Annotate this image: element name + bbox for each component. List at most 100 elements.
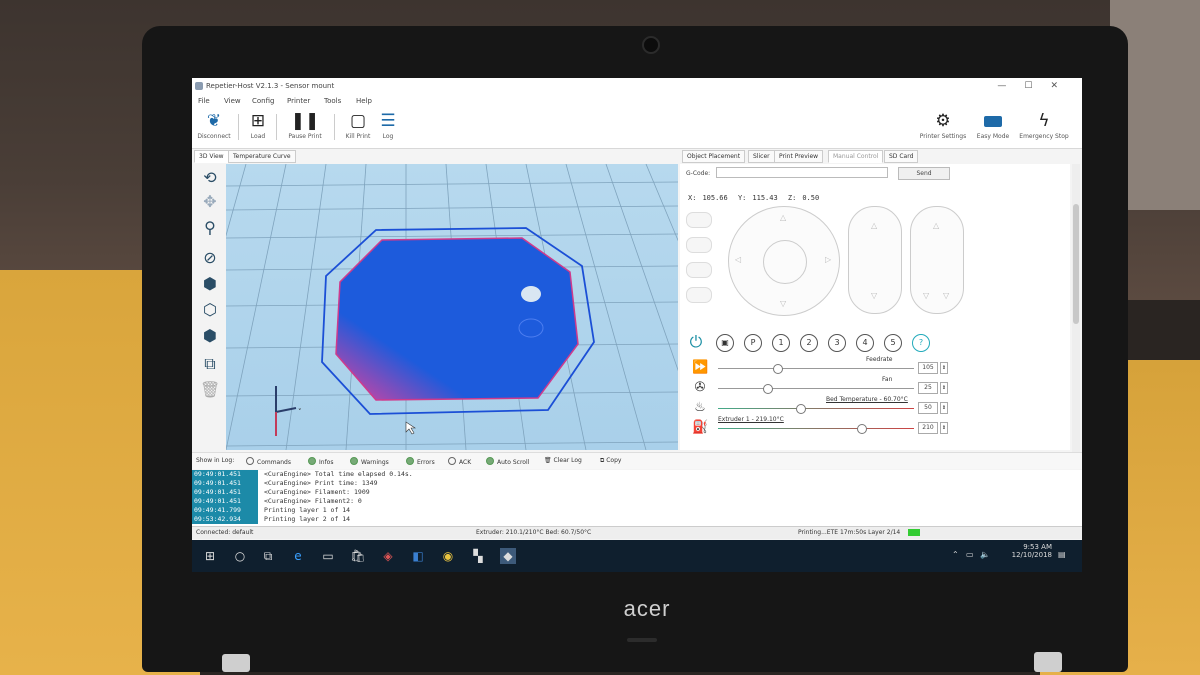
log-option-ack[interactable]: ACK [448,457,471,466]
jog-down-arrow-icon[interactable]: ▽ [780,299,786,308]
z-up-arrow-icon[interactable]: △ [871,221,877,230]
help-button[interactable]: ? [912,334,930,352]
macro-p-button[interactable]: P [744,334,762,352]
feedrate-spinner[interactable]: ⇕ [940,362,948,374]
bed-temp-value[interactable]: 50 [918,402,938,414]
macro-5-button[interactable]: 5 [884,334,902,352]
jog-right-arrow-icon[interactable]: ▷ [825,255,831,264]
extruder-temp-slider-knob[interactable] [857,424,868,434]
trash-icon[interactable]: 🗑 [200,380,220,400]
clock[interactable]: 9:53 AM 12/10/2018 [1012,543,1052,559]
tab-temperature-curve[interactable]: Temperature Curve [228,150,296,163]
fan-slider-knob[interactable] [763,384,773,394]
feedrate-slider-knob[interactable] [772,364,783,374]
maximize-button[interactable]: ☐ [1024,81,1050,91]
feedrate-slider-track[interactable] [718,368,914,369]
rotate-icon[interactable]: ⟲ [200,168,220,188]
tab-slicer[interactable]: Slicer [748,150,775,163]
tray-chevron-icon[interactable]: ⌃ [952,550,959,559]
jog-left-arrow-icon[interactable]: ◁ [735,255,741,264]
menu-view[interactable]: View [224,97,241,105]
easy-mode-button[interactable]: Easy Mode [974,111,1012,140]
gcode-send-button[interactable]: Send [898,167,950,180]
log-option-warnings[interactable]: Warnings [350,457,389,466]
notifications-icon[interactable]: ▤ [1058,550,1066,559]
extrude-up-arrow-icon[interactable]: △ [933,221,939,230]
macro-1-button[interactable]: 1 [772,334,790,352]
xy-jog-pad[interactable]: △ ▽ ◁ ▷ [728,206,840,316]
search-icon[interactable]: ○ [232,548,248,564]
chrome-icon[interactable]: ◉ [440,548,456,564]
close-button[interactable]: ✕ [1050,81,1076,91]
kill-print-button[interactable]: ▢ Kill Print [340,111,376,140]
fan-icon[interactable]: ✇ [692,380,708,396]
z-down-arrow-icon[interactable]: ▽ [871,291,877,300]
home-x-button[interactable] [686,237,712,253]
clear-log-button[interactable]: 🗑 Clear Log [544,457,582,464]
feedrate-value[interactable]: 105 [918,362,938,374]
window-controls[interactable]: —☐✕ [997,78,1076,94]
load-button[interactable]: ⊞ Load [244,111,272,140]
menu-config[interactable]: Config [252,97,274,105]
cube-top-icon[interactable]: ⬢ [200,326,220,346]
fan-value[interactable]: 25 [918,382,938,394]
parallel-view-icon[interactable]: ⧉ [200,354,220,374]
jog-up-arrow-icon[interactable]: △ [780,213,786,222]
tab-manual-control[interactable]: Manual Control [828,150,884,163]
power-icon[interactable]: ⏻ [688,334,704,350]
copy-log-button[interactable]: ⧉ Copy [600,457,621,465]
app-icon-red[interactable]: ◈ [380,548,396,564]
battery-icon[interactable]: ▭ [966,550,974,559]
ack-radio[interactable] [448,457,456,465]
infos-radio[interactable] [308,457,316,465]
menu-file[interactable]: File [198,97,210,105]
zoom-icon[interactable]: ⚲ [200,218,220,238]
menu-help[interactable]: Help [356,97,372,105]
fast-forward-icon[interactable]: ⏩ [692,360,708,376]
gcode-input[interactable] [716,167,888,178]
log-option-infos[interactable]: Infos [308,457,333,466]
extruder-temp-value[interactable]: 210 [918,422,938,434]
windows-start-icon[interactable]: ⊞ [202,548,218,564]
z-jog-control[interactable]: △ ▽ [848,206,902,314]
store-icon[interactable]: 🛍 [350,548,366,564]
edge-browser-icon[interactable]: e [290,548,306,564]
bed-temp-spinner[interactable]: ⇕ [940,402,948,414]
home-y-button[interactable] [686,262,712,278]
macro-4-button[interactable]: 4 [856,334,874,352]
macro-3-button[interactable]: 3 [828,334,846,352]
disconnect-button[interactable]: ❦ Disconnect [194,111,234,140]
extruder-jog-control[interactable]: △ ▽ ▽ [910,206,964,314]
cube-side-icon[interactable]: ⬡ [200,300,220,320]
volume-icon[interactable]: 🔈 [980,550,990,559]
macro-2-button[interactable]: 2 [800,334,818,352]
home-all-button[interactable] [686,212,712,228]
log-list[interactable]: 09:49:01.451 <CuraEngine> Total time elap… [192,470,1082,526]
menu-printer[interactable]: Printer [287,97,310,105]
extruder-temp-spinner[interactable]: ⇕ [940,422,948,434]
bed-temp-slider-knob[interactable] [796,404,807,414]
heated-bed-icon[interactable]: ♨ [692,400,708,416]
tab-sd-card[interactable]: SD Card [884,150,919,163]
scrollbar-thumb[interactable] [1073,204,1079,324]
menu-tools[interactable]: Tools [324,97,341,105]
fan-slider-track[interactable] [718,388,914,389]
pause-print-button[interactable]: ❚❚ Pause Print [282,111,328,140]
retract-arrow-icon[interactable]: ▽ [923,291,929,300]
extrude-arrow-icon[interactable]: ▽ [943,291,949,300]
panel-scrollbar[interactable] [1072,164,1080,452]
fit-view-icon[interactable]: ⊘ [200,248,220,268]
move-icon[interactable]: ✥ [200,192,220,212]
emergency-stop-button[interactable]: ϟ Emergency Stop [1016,111,1072,140]
tab-object-placement[interactable]: Object Placement [682,150,746,163]
3d-view[interactable]: ˅ [226,164,678,450]
errors-radio[interactable] [406,457,414,465]
warnings-radio[interactable] [350,457,358,465]
log-option-auto-scroll[interactable]: Auto Scroll [486,457,529,466]
log-button[interactable]: ☰ Log [376,111,400,140]
log-option-commands[interactable]: Commands [246,457,291,466]
minimize-button[interactable]: — [997,81,1024,91]
stop-motors-button[interactable]: ▣ [716,334,734,352]
app-icon-generic[interactable]: ▚ [470,548,486,564]
log-option-errors[interactable]: Errors [406,457,435,466]
